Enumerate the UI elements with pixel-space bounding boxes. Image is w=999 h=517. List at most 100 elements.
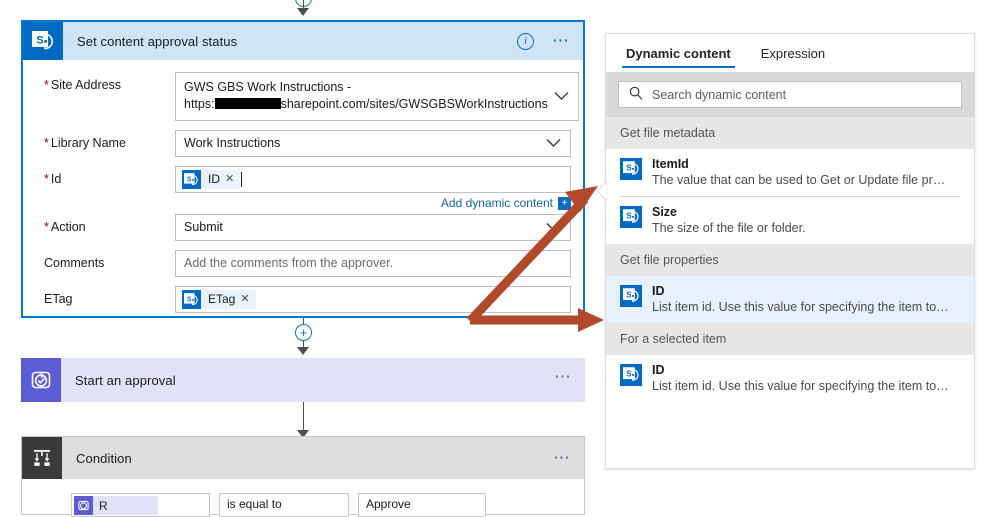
chevron-down-icon[interactable] bbox=[546, 135, 561, 152]
required-asterisk: * bbox=[44, 78, 49, 92]
site-address-input[interactable]: GWS GBS Work Instructions - https: sharep… bbox=[175, 72, 579, 121]
group-header-for-a-selected-item: For a selected item bbox=[606, 323, 974, 355]
action-value: Submit bbox=[184, 220, 223, 234]
card-menu-ellipsis-icon[interactable]: ⋯ bbox=[554, 368, 573, 385]
item-name: ID bbox=[652, 284, 665, 298]
dynamic-content-item-id-properties[interactable]: S ID List item id. Use this value for sp… bbox=[606, 276, 974, 323]
tab-dynamic-content[interactable]: Dynamic content bbox=[622, 34, 735, 72]
item-description: List item id. Use this value for specify… bbox=[652, 379, 952, 393]
token-chip-etag[interactable]: S ETag ✕ bbox=[182, 290, 256, 309]
dynamic-content-item-id-selected[interactable]: S ID List item id. Use this value for sp… bbox=[606, 355, 974, 402]
search-input[interactable]: Search dynamic content bbox=[618, 81, 962, 108]
token-remove-icon[interactable]: ✕ bbox=[239, 290, 256, 309]
card-header[interactable]: Condition ⋯ bbox=[22, 437, 584, 479]
dynamic-content-panel[interactable]: Dynamic content Expression Search dynami… bbox=[596, 33, 975, 469]
group-header-get-file-properties: Get file properties bbox=[606, 244, 974, 276]
search-placeholder: Search dynamic content bbox=[652, 87, 787, 102]
item-description: The value that can be used to Get or Upd… bbox=[652, 173, 952, 187]
library-name-input[interactable]: Work Instructions bbox=[175, 130, 571, 157]
required-asterisk: * bbox=[44, 220, 49, 234]
condition-icon bbox=[22, 437, 62, 479]
approvals-icon bbox=[21, 358, 61, 402]
id-input[interactable]: S ID ✕ bbox=[175, 166, 571, 193]
comments-placeholder: Add the comments from the approver. bbox=[184, 256, 394, 270]
field-id: * Id S ID ✕ Add dynamic content + bbox=[35, 166, 571, 210]
required-asterisk: * bbox=[44, 136, 49, 150]
card-menu-ellipsis-icon[interactable]: ⋯ bbox=[552, 32, 571, 49]
add-dynamic-content-bar-icon bbox=[568, 196, 571, 210]
field-label: * Id bbox=[44, 172, 62, 186]
condition-left-operand-input[interactable]: R bbox=[71, 493, 210, 517]
sharepoint-icon: S bbox=[620, 285, 642, 307]
condition-right-operand-input[interactable]: Approve bbox=[358, 493, 486, 517]
svg-text:S: S bbox=[36, 34, 43, 46]
token-chip-id[interactable]: S ID ✕ bbox=[182, 170, 241, 189]
insert-step-plus-1[interactable]: + bbox=[295, 324, 312, 341]
card-form-body: * Site Address GWS GBS Work Instructions … bbox=[23, 60, 583, 327]
library-name-value: Work Instructions bbox=[184, 136, 281, 150]
card-title: Start an approval bbox=[75, 372, 176, 388]
field-label: * Action bbox=[44, 220, 86, 234]
panel-pointer-notch bbox=[596, 179, 608, 203]
item-name: ID bbox=[652, 363, 665, 377]
card-condition[interactable]: Condition ⋯ R is equal to Approve bbox=[21, 436, 585, 517]
action-input[interactable]: Submit bbox=[175, 214, 571, 241]
group-header-get-file-metadata: Get file metadata bbox=[606, 117, 974, 149]
field-action: * Action Submit bbox=[35, 214, 571, 241]
sharepoint-icon: S bbox=[620, 364, 642, 386]
comments-input[interactable]: Add the comments from the approver. bbox=[175, 250, 571, 277]
text-caret bbox=[241, 172, 243, 187]
card-header[interactable]: S Set content approval status i ⋯ bbox=[23, 22, 583, 60]
svg-text:S: S bbox=[187, 295, 192, 303]
sharepoint-icon: S bbox=[620, 158, 642, 180]
chevron-down-icon[interactable] bbox=[546, 219, 561, 236]
redacted-tenant-name bbox=[214, 98, 281, 109]
item-name: ItemId bbox=[652, 157, 689, 171]
search-icon bbox=[629, 86, 643, 103]
search-container: Search dynamic content bbox=[606, 72, 974, 117]
approvals-icon bbox=[74, 496, 93, 515]
condition-token-label: R bbox=[93, 496, 158, 515]
item-description: The size of the file or folder. bbox=[652, 221, 806, 235]
field-library-name: * Library Name Work Instructions bbox=[35, 130, 571, 157]
add-dynamic-content-label: Add dynamic content bbox=[440, 196, 553, 210]
field-label: * Library Name bbox=[44, 136, 126, 150]
connector-arrowhead-top bbox=[297, 8, 309, 16]
sharepoint-icon: S bbox=[182, 170, 201, 189]
tab-expression[interactable]: Expression bbox=[757, 34, 829, 72]
etag-input[interactable]: S ETag ✕ bbox=[175, 286, 571, 313]
dynamic-content-item-size[interactable]: S Size The size of the file or folder. bbox=[606, 197, 974, 244]
panel-tabs: Dynamic content Expression bbox=[606, 34, 974, 72]
sharepoint-icon: S bbox=[182, 290, 201, 309]
token-label: ID bbox=[201, 170, 224, 189]
sharepoint-icon: S bbox=[23, 22, 63, 60]
field-label: * Site Address bbox=[44, 78, 122, 92]
field-label: ETag bbox=[44, 292, 73, 306]
site-address-line2: https: sharepoint.com/sites/GWSGBSWorkIns… bbox=[184, 97, 548, 111]
card-title: Condition bbox=[76, 450, 132, 466]
card-set-content-approval-status[interactable]: S Set content approval status i ⋯ * Site … bbox=[21, 20, 585, 318]
required-asterisk: * bbox=[44, 172, 49, 186]
card-start-an-approval[interactable]: Start an approval ⋯ bbox=[21, 358, 585, 402]
flow-designer-canvas: + S Set content approval status i ⋯ bbox=[0, 0, 999, 517]
field-label: Comments bbox=[44, 256, 105, 270]
card-menu-ellipsis-icon[interactable]: ⋯ bbox=[553, 449, 572, 466]
field-site-address: * Site Address GWS GBS Work Instructions … bbox=[35, 72, 579, 121]
item-name: Size bbox=[652, 205, 678, 219]
token-label: ETag bbox=[201, 290, 240, 309]
condition-operator-select[interactable]: is equal to bbox=[219, 493, 349, 517]
chevron-down-icon[interactable] bbox=[554, 88, 569, 105]
svg-text:S: S bbox=[187, 175, 192, 183]
item-description: List item id. Use this value for specify… bbox=[652, 300, 952, 314]
card-header[interactable]: Start an approval ⋯ bbox=[21, 358, 585, 402]
field-comments: Comments Add the comments from the appro… bbox=[35, 250, 571, 277]
info-icon[interactable]: i bbox=[517, 32, 534, 50]
add-dynamic-content-link[interactable]: Add dynamic content + bbox=[175, 196, 571, 210]
token-remove-icon[interactable]: ✕ bbox=[224, 170, 241, 189]
connector-arrowhead bbox=[297, 347, 309, 355]
site-address-line1: GWS GBS Work Instructions - bbox=[184, 80, 352, 94]
sharepoint-icon: S bbox=[620, 206, 642, 228]
card-title: Set content approval status bbox=[77, 33, 238, 49]
condition-row: R is equal to Approve bbox=[22, 479, 584, 517]
dynamic-content-item-itemid[interactable]: S ItemId The value that can be used to G… bbox=[606, 149, 974, 196]
